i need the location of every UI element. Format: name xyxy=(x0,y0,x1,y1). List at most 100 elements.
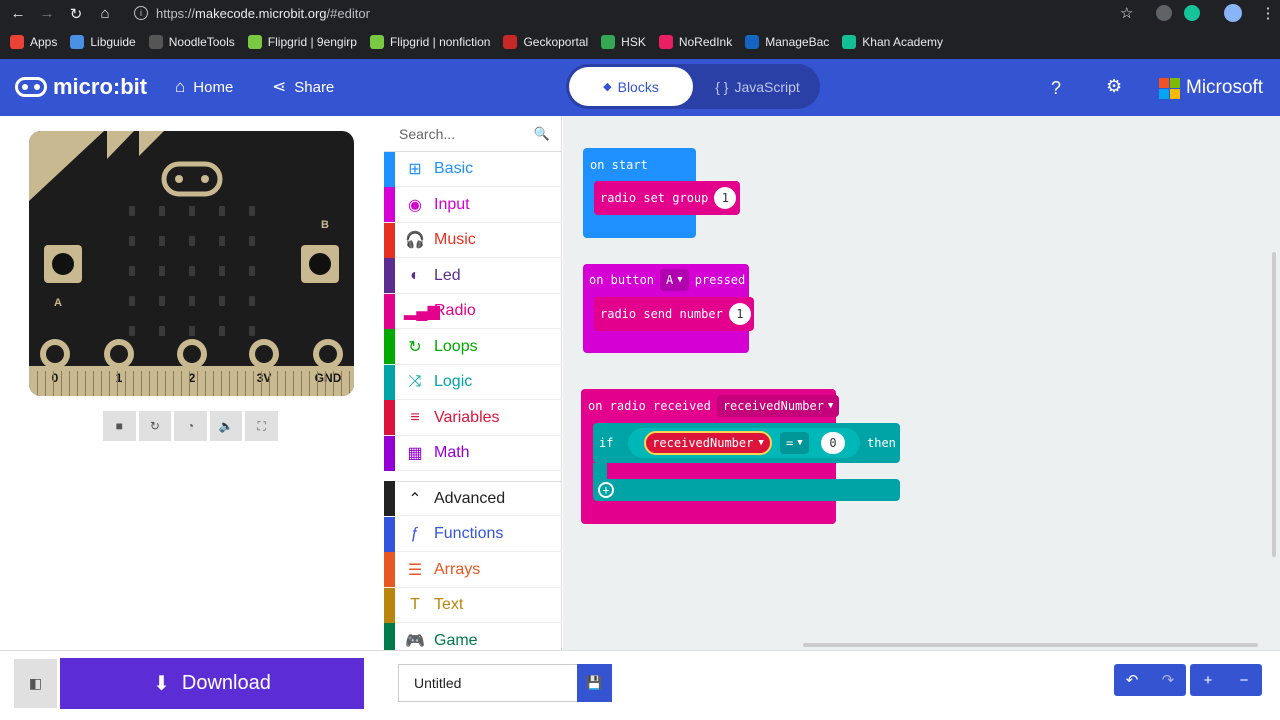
operator-dropdown[interactable]: = ▼ xyxy=(780,432,809,454)
bookmark-favicon-icon xyxy=(601,35,616,49)
slowmo-icon[interactable]: ◔ xyxy=(174,411,207,441)
category-label: Radio xyxy=(434,302,476,319)
microsoft-logo[interactable]: Microsoft xyxy=(1159,77,1263,99)
bookmark-star-icon[interactable]: ☆ xyxy=(1120,4,1133,22)
horizontal-scrollbar[interactable] xyxy=(803,643,1258,647)
add-else-icon[interactable]: + xyxy=(598,482,614,498)
settings-gear-icon[interactable]: ⚙ xyxy=(1106,76,1122,97)
vertical-scrollbar[interactable] xyxy=(1272,252,1276,557)
category-led[interactable]: ◐ Led xyxy=(384,258,562,294)
stop-icon[interactable]: ■ xyxy=(103,411,136,441)
button-dropdown[interactable]: A ▼ xyxy=(660,269,689,291)
toolbox-search[interactable]: Search... 🔍 xyxy=(384,116,562,152)
bookmark-item[interactable]: NoRedInk xyxy=(658,35,732,49)
forward-icon[interactable]: → xyxy=(36,3,58,25)
bookmark-item[interactable]: Flipgrid | nonfiction xyxy=(369,35,490,49)
grammarly-extension-icon[interactable] xyxy=(1184,5,1200,21)
bookmark-item[interactable]: Apps xyxy=(10,35,57,49)
redo-icon[interactable]: ↷ xyxy=(1150,664,1186,696)
microsoft-squares-icon xyxy=(1159,77,1180,99)
undo-icon[interactable]: ↶ xyxy=(1114,664,1150,696)
bookmark-item[interactable]: Geckoportal xyxy=(503,35,588,49)
blocks-icon: ◆ xyxy=(603,81,612,93)
edge-strip xyxy=(61,371,62,396)
back-icon[interactable]: ← xyxy=(7,3,29,25)
loops-icon: ↻ xyxy=(408,338,422,356)
category-color-bar xyxy=(384,516,395,552)
edge-strip xyxy=(309,371,310,396)
edge-strip xyxy=(341,371,342,396)
compare-value[interactable]: 0 xyxy=(821,432,845,454)
button-a[interactable] xyxy=(44,245,82,283)
home-icon[interactable]: ⌂ xyxy=(94,3,116,25)
radio-send-number-block[interactable]: radio send number 1 xyxy=(594,297,754,331)
fullscreen-icon[interactable]: ⛶ xyxy=(245,411,278,441)
microbit-simulator[interactable]: A B 0 1 2 3V GND xyxy=(29,131,354,396)
pin-1[interactable] xyxy=(104,339,134,369)
chevron-down-icon: ▼ xyxy=(797,438,803,448)
microbit-logo[interactable]: micro:bit xyxy=(15,74,147,100)
bookmark-item[interactable]: Libguide xyxy=(70,35,136,49)
category-color-bar xyxy=(384,552,395,587)
help-icon[interactable]: ? xyxy=(1051,78,1061,99)
received-var-dropdown[interactable]: receivedNumber ▼ xyxy=(716,395,840,417)
category-music[interactable]: 🎧 Music xyxy=(384,222,562,258)
led xyxy=(189,236,195,246)
category-variables[interactable]: ≡ Variables xyxy=(384,400,562,436)
project-name-input[interactable]: Untitled xyxy=(398,664,577,702)
led xyxy=(129,296,135,306)
tab-javascript[interactable]: { } JavaScript xyxy=(700,67,815,106)
download-button[interactable]: ⬇ Download xyxy=(60,658,364,709)
led xyxy=(249,236,255,246)
category-arrays[interactable]: ☰ Arrays xyxy=(384,552,562,588)
led xyxy=(129,236,135,246)
restart-icon[interactable]: ↻ xyxy=(138,411,172,441)
pin-gnd[interactable] xyxy=(313,339,343,369)
pin-label: GND xyxy=(314,371,342,385)
category-radio[interactable]: ▂▄▆ Radio xyxy=(384,293,562,329)
category-basic[interactable]: ⊞ Basic xyxy=(384,151,562,187)
zoom-out-icon[interactable]: − xyxy=(1226,664,1262,696)
profile-avatar[interactable] xyxy=(1224,4,1242,22)
pin-3v[interactable] xyxy=(249,339,279,369)
led xyxy=(129,326,135,336)
category-input[interactable]: ◉ Input xyxy=(384,187,562,223)
download-label: Download xyxy=(181,672,271,694)
bookmark-item[interactable]: HSK xyxy=(601,35,646,49)
category-loops[interactable]: ↻ Loops xyxy=(384,329,562,365)
bookmark-item[interactable]: NoodleTools xyxy=(148,35,235,49)
pin-0[interactable] xyxy=(40,339,70,369)
sound-icon[interactable]: 🔈 xyxy=(209,411,243,441)
home-button[interactable]: ⌂ Home xyxy=(175,77,233,97)
collapse-simulator-icon[interactable]: ◧ xyxy=(14,659,57,708)
save-icon[interactable]: 💾 xyxy=(577,664,612,702)
menu-icon[interactable]: ⋮ xyxy=(1257,2,1279,24)
arrays-icon: ☰ xyxy=(407,561,423,579)
zoom-in-icon[interactable]: + xyxy=(1190,664,1226,696)
edge-strip xyxy=(45,371,46,396)
category-advanced[interactable]: ⌃ Advanced xyxy=(384,481,562,516)
bookmark-item[interactable]: ManageBac xyxy=(745,35,829,49)
globe-extension-icon[interactable] xyxy=(1156,5,1172,21)
address-bar[interactable]: i https://makecode.microbit.org/#editor xyxy=(128,2,1148,24)
download-icon: ⬇ xyxy=(153,673,170,695)
bookmark-item[interactable]: Khan Academy xyxy=(842,35,943,49)
send-value[interactable]: 1 xyxy=(728,303,751,325)
reload-icon[interactable]: ↻ xyxy=(65,3,87,25)
tab-blocks[interactable]: ◆ Blocks xyxy=(569,67,693,106)
button-b[interactable] xyxy=(301,245,339,283)
category-logic[interactable]: ⤨ Logic xyxy=(384,364,562,400)
category-math[interactable]: ▦ Math xyxy=(384,435,562,471)
radio-set-group-block[interactable]: radio set group 1 xyxy=(594,181,740,215)
pin-2[interactable] xyxy=(177,339,207,369)
info-icon[interactable]: i xyxy=(134,6,148,20)
variable-reporter[interactable]: receivedNumber ▼ xyxy=(644,431,772,455)
category-functions[interactable]: ƒ Functions xyxy=(384,516,562,552)
bookmark-item[interactable]: Flipgrid | 9engirp xyxy=(247,35,357,49)
group-value[interactable]: 1 xyxy=(714,187,737,209)
edge-strip xyxy=(285,371,286,396)
category-text[interactable]: T Text xyxy=(384,587,562,623)
edge-strip xyxy=(93,371,94,396)
share-button[interactable]: ⋖ Share xyxy=(272,77,334,97)
led xyxy=(189,296,195,306)
